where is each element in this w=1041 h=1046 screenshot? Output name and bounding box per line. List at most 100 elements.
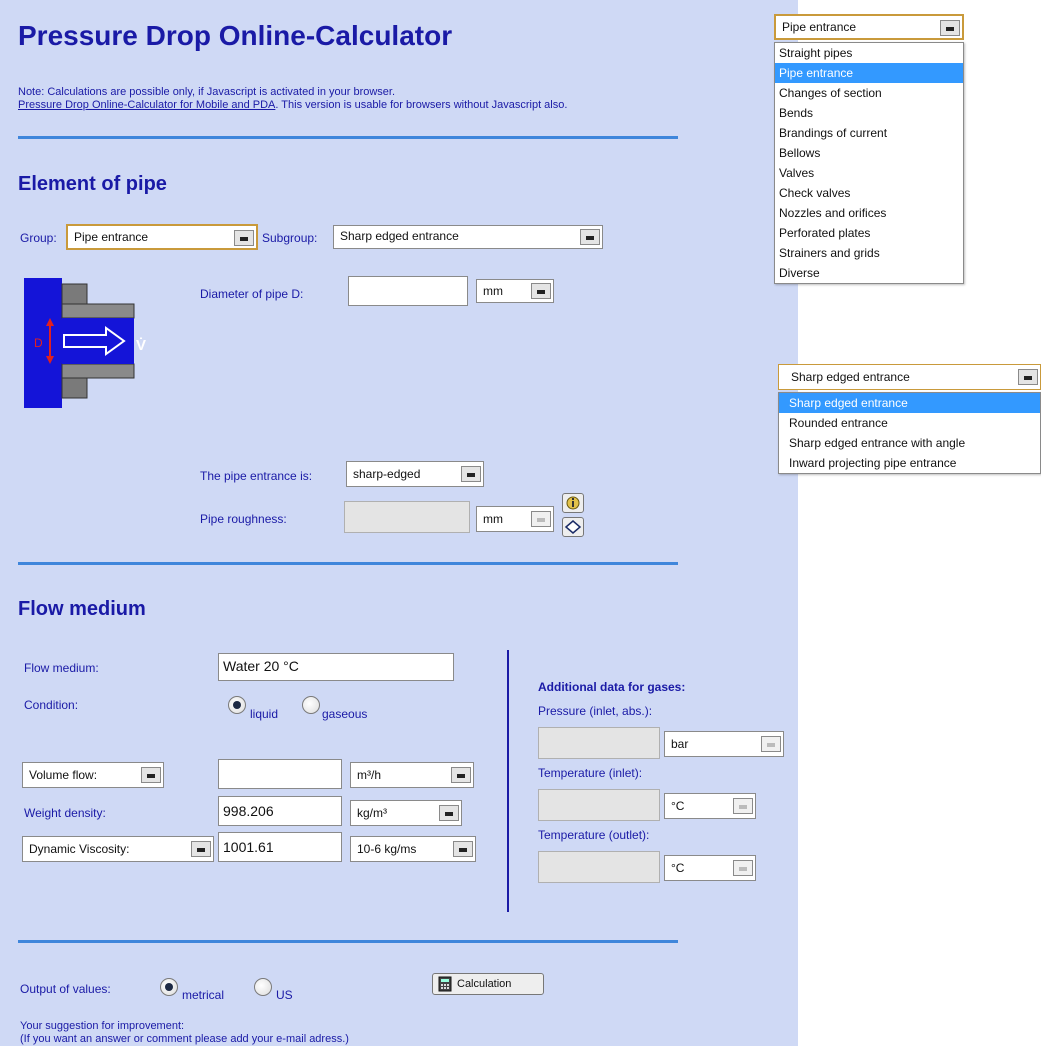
chevron-down-icon[interactable] [733, 860, 753, 876]
roughness-unit-select[interactable]: mm [476, 506, 554, 532]
subgroup-option[interactable]: Inward projecting pipe entrance [779, 453, 1040, 473]
entrance-type-label: The pipe entrance is: [200, 469, 313, 483]
density-unit-value: kg/m³ [357, 806, 387, 820]
group-option[interactable]: Valves [775, 163, 963, 183]
chevron-down-icon[interactable] [761, 736, 781, 752]
element-section-heading: Element of pipe [18, 173, 167, 195]
mobile-version-link[interactable]: Pressure Drop Online-Calculator for Mobi… [18, 99, 275, 111]
note-line-2: Pressure Drop Online-Calculator for Mobi… [18, 99, 567, 112]
group-option[interactable]: Check valves [775, 183, 963, 203]
density-unit-select[interactable]: kg/m³ [350, 800, 462, 826]
group-label: Group: [20, 231, 57, 245]
temp-outlet-label: Temperature (outlet): [538, 828, 650, 842]
eraser-icon [564, 520, 582, 534]
chevron-down-icon[interactable] [531, 283, 551, 299]
temp-outlet-unit-select[interactable]: °C [664, 855, 756, 881]
viscosity-unit-select[interactable]: 10-6 kg/ms [350, 836, 476, 862]
group-option[interactable]: Straight pipes [775, 43, 963, 63]
chevron-down-icon[interactable] [461, 466, 481, 482]
group-option[interactable]: Strainers and grids [775, 243, 963, 263]
density-input[interactable]: 998.206 [218, 796, 342, 826]
group-dropdown-select[interactable]: Pipe entrance [774, 14, 964, 40]
flow-medium-input[interactable]: Water 20 °C [218, 653, 454, 681]
group-dropdown-value: Pipe entrance [782, 20, 857, 34]
chevron-down-icon[interactable] [1018, 369, 1038, 385]
pressure-label: Pressure (inlet, abs.): [538, 704, 653, 718]
chevron-down-icon[interactable] [733, 798, 753, 814]
page-title: Pressure Drop Online-Calculator [18, 20, 453, 51]
group-option[interactable]: Changes of section [775, 83, 963, 103]
liquid-radio[interactable] [228, 696, 246, 714]
chevron-down-icon[interactable] [531, 511, 551, 527]
calculation-button[interactable]: Calculation [432, 973, 544, 995]
roughness-eraser-button[interactable] [562, 517, 584, 537]
metrical-radio[interactable] [160, 978, 178, 996]
subgroup-dropdown-select[interactable]: Sharp edged entrance [778, 364, 1041, 390]
temp-inlet-input[interactable] [538, 789, 660, 821]
group-option[interactable]: Diverse [775, 263, 963, 283]
pipe-wall-top-shape [61, 303, 135, 319]
group-option[interactable]: Brandings of current [775, 123, 963, 143]
chevron-down-icon[interactable] [439, 805, 459, 821]
roughness-unit-value: mm [483, 512, 503, 526]
output-values-label: Output of values: [20, 982, 111, 996]
info-icon [566, 496, 580, 510]
pressure-input[interactable] [538, 727, 660, 759]
flow-type-select[interactable]: Volume flow: [22, 762, 164, 788]
chevron-down-icon[interactable] [453, 841, 473, 857]
diameter-label: Diameter of pipe D: [200, 287, 304, 301]
pipe-wall-bottom-shape [61, 363, 135, 379]
subgroup-dropdown-value: Sharp edged entrance [791, 370, 910, 384]
group-option[interactable]: Bends [775, 103, 963, 123]
diameter-unit-select[interactable]: mm [476, 279, 554, 303]
flow-medium-label: Flow medium: [24, 661, 99, 675]
gas-data-heading: Additional data for gases: [538, 680, 686, 694]
chevron-down-icon[interactable] [234, 230, 254, 246]
diameter-input[interactable] [348, 276, 468, 306]
chevron-down-icon[interactable] [580, 229, 600, 245]
suggestion-line-1: Your suggestion for improvement: [20, 1020, 185, 1032]
entrance-type-value: sharp-edged [353, 467, 421, 481]
subgroup-option[interactable]: Sharp edged entrance with angle [779, 433, 1040, 453]
chevron-down-icon[interactable] [451, 767, 471, 783]
pressure-unit-select[interactable]: bar [664, 731, 784, 757]
suggestion-line-2: (If you want an answer or comment please… [20, 1033, 349, 1045]
chevron-down-icon[interactable] [191, 841, 211, 857]
roughness-info-button[interactable] [562, 493, 584, 513]
metrical-radio-label: metrical [182, 988, 225, 1002]
temp-inlet-unit-select[interactable]: °C [664, 793, 756, 819]
calculator-icon [438, 976, 452, 992]
entrance-type-select[interactable]: sharp-edged [346, 461, 484, 487]
calculator-panel: Pressure Drop Online-Calculator Note: Ca… [0, 0, 798, 1046]
group-option[interactable]: Bellows [775, 143, 963, 163]
flow-value-input[interactable] [218, 759, 342, 789]
vessel-wall-shape [24, 278, 62, 408]
column-divider [507, 650, 509, 912]
condition-label: Condition: [24, 698, 79, 712]
group-option[interactable]: Nozzles and orifices [775, 203, 963, 223]
subgroup-option[interactable]: Rounded entrance [779, 413, 1040, 433]
viscosity-type-select[interactable]: Dynamic Viscosity: [22, 836, 214, 862]
us-radio[interactable] [254, 978, 272, 996]
divider [18, 940, 678, 943]
chevron-down-icon[interactable] [141, 767, 161, 783]
flow-unit-select[interactable]: m³/h [350, 762, 474, 788]
gaseous-radio[interactable] [302, 696, 320, 714]
group-select-value: Pipe entrance [74, 230, 149, 244]
temp-outlet-input[interactable] [538, 851, 660, 883]
note-line-2-tail: . This version is usable for browsers wi… [275, 99, 568, 111]
subgroup-select[interactable]: Sharp edged entrance [333, 225, 603, 249]
liquid-radio-label: liquid [250, 707, 279, 721]
roughness-input[interactable] [344, 501, 470, 533]
subgroup-option-selected[interactable]: Sharp edged entrance [779, 393, 1040, 413]
chevron-down-icon[interactable] [940, 20, 960, 36]
viscosity-unit-value: 10-6 kg/ms [357, 842, 417, 856]
volume-flow-symbol: V̇ [136, 337, 146, 354]
group-select[interactable]: Pipe entrance [66, 224, 258, 250]
viscosity-input[interactable]: 1001.61 [218, 832, 342, 862]
group-option-selected[interactable]: Pipe entrance [775, 63, 963, 83]
calculation-button-label: Calculation [457, 978, 512, 990]
subgroup-select-value: Sharp edged entrance [340, 229, 459, 243]
group-option[interactable]: Perforated plates [775, 223, 963, 243]
flow-unit-value: m³/h [357, 768, 381, 782]
